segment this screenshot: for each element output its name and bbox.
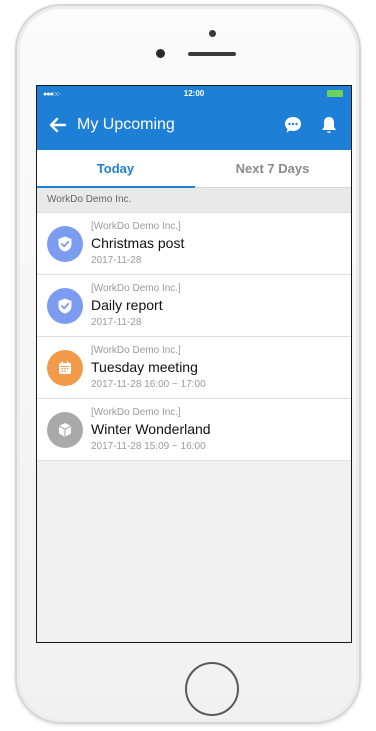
shield-check-icon [58, 298, 72, 314]
item-org: [WorkDo Demo Inc.] [91, 345, 181, 356]
app-screen: ●●●○○ 12:00 My Upcoming Today Next 7 Day… [36, 85, 352, 643]
cube-icon [58, 423, 72, 437]
item-date: 2017-11-28 [91, 317, 142, 328]
front-sensor [209, 30, 216, 37]
section-header: WorkDo Demo Inc. [37, 188, 351, 213]
event-avatar [47, 350, 83, 386]
battery-icon [327, 90, 343, 97]
bell-icon[interactable] [317, 113, 341, 137]
item-avatar [47, 412, 83, 448]
front-camera [156, 49, 165, 58]
item-org: [WorkDo Demo Inc.] [91, 407, 181, 418]
home-button[interactable] [185, 662, 239, 716]
tab-next-7-days[interactable]: Next 7 Days [194, 150, 351, 187]
status-bar: ●●●○○ 12:00 [37, 86, 351, 102]
shield-check-icon [58, 236, 72, 252]
app-bar: My Upcoming [37, 102, 351, 150]
list-item[interactable]: [WorkDo Demo Inc.] Christmas post 2017-1… [37, 213, 351, 275]
status-time: 12:00 [183, 89, 205, 98]
back-arrow-icon[interactable] [47, 114, 69, 136]
item-date: 2017-11-28 15:09 ~ 16:00 [91, 441, 206, 452]
chat-bubble-icon[interactable] [281, 113, 305, 137]
tab-today[interactable]: Today [37, 150, 194, 187]
list-item[interactable]: [WorkDo Demo Inc.] Tuesday meeting 2017-… [37, 337, 351, 399]
item-org: [WorkDo Demo Inc.] [91, 283, 181, 294]
page-title: My Upcoming [77, 116, 175, 133]
item-date: 2017-11-28 [91, 255, 142, 266]
item-title: Tuesday meeting [91, 359, 198, 375]
active-tab-indicator [37, 186, 195, 188]
calendar-icon [59, 361, 71, 374]
item-title: Winter Wonderland [91, 421, 211, 437]
list-item[interactable]: [WorkDo Demo Inc.] Winter Wonderland 201… [37, 399, 351, 461]
item-date: 2017-11-28 16:00 ~ 17:00 [91, 379, 206, 390]
item-title: Daily report [91, 297, 163, 313]
task-avatar [47, 288, 83, 324]
item-org: [WorkDo Demo Inc.] [91, 221, 181, 232]
item-title: Christmas post [91, 235, 185, 251]
earpiece-speaker [188, 52, 236, 56]
list-item[interactable]: [WorkDo Demo Inc.] Daily report 2017-11-… [37, 275, 351, 337]
task-avatar [47, 226, 83, 262]
tab-bar: Today Next 7 Days [37, 150, 351, 188]
